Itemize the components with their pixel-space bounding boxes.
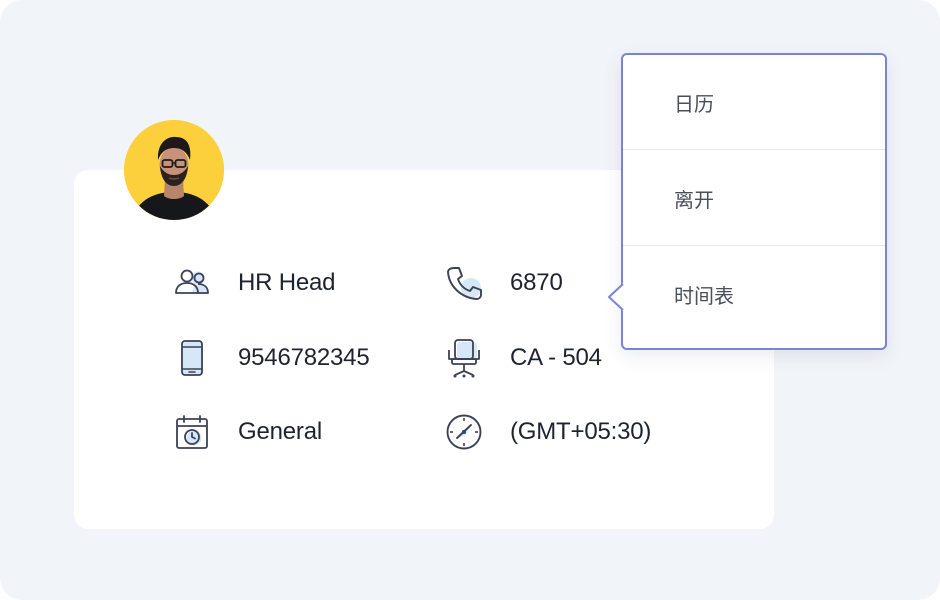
menu-item-leave[interactable]: 离开	[623, 151, 885, 246]
compass-clock-icon	[444, 412, 484, 452]
calendar-clock-icon	[172, 412, 212, 452]
info-mobile: 9546782345	[172, 338, 370, 378]
extension-value: 6870	[510, 269, 563, 296]
role-value: HR Head	[238, 269, 336, 296]
timezone-value: (GMT+05:30)	[510, 418, 652, 445]
avatar-portrait-icon	[124, 120, 224, 220]
menu-item-label: 时间表	[674, 284, 734, 308]
info-role: HR Head	[172, 263, 336, 303]
info-extension: 6870	[444, 263, 563, 303]
avatar[interactable]	[124, 120, 224, 220]
menu-item-timesheet[interactable]: 时间表	[623, 247, 885, 342]
mobile-phone-icon	[172, 338, 212, 378]
actions-menu: 日历 离开 时间表	[621, 53, 887, 350]
phone-icon	[444, 263, 484, 303]
menu-item-label: 日历	[674, 91, 714, 116]
canvas: HR Head 6870 9546782345 CA - 504 General…	[0, 0, 940, 600]
menu-item-calendar[interactable]: 日历	[623, 55, 885, 150]
info-seat: CA - 504	[444, 338, 602, 378]
menu-pointer	[607, 283, 633, 311]
info-timezone: (GMT+05:30)	[444, 412, 651, 452]
office-chair-icon	[444, 338, 484, 378]
mobile-value: 9546782345	[238, 344, 370, 371]
seat-value: CA - 504	[510, 344, 602, 371]
menu-item-label: 离开	[674, 187, 714, 212]
users-icon	[172, 263, 212, 303]
info-shift: General	[172, 412, 322, 452]
shift-value: General	[238, 418, 322, 445]
